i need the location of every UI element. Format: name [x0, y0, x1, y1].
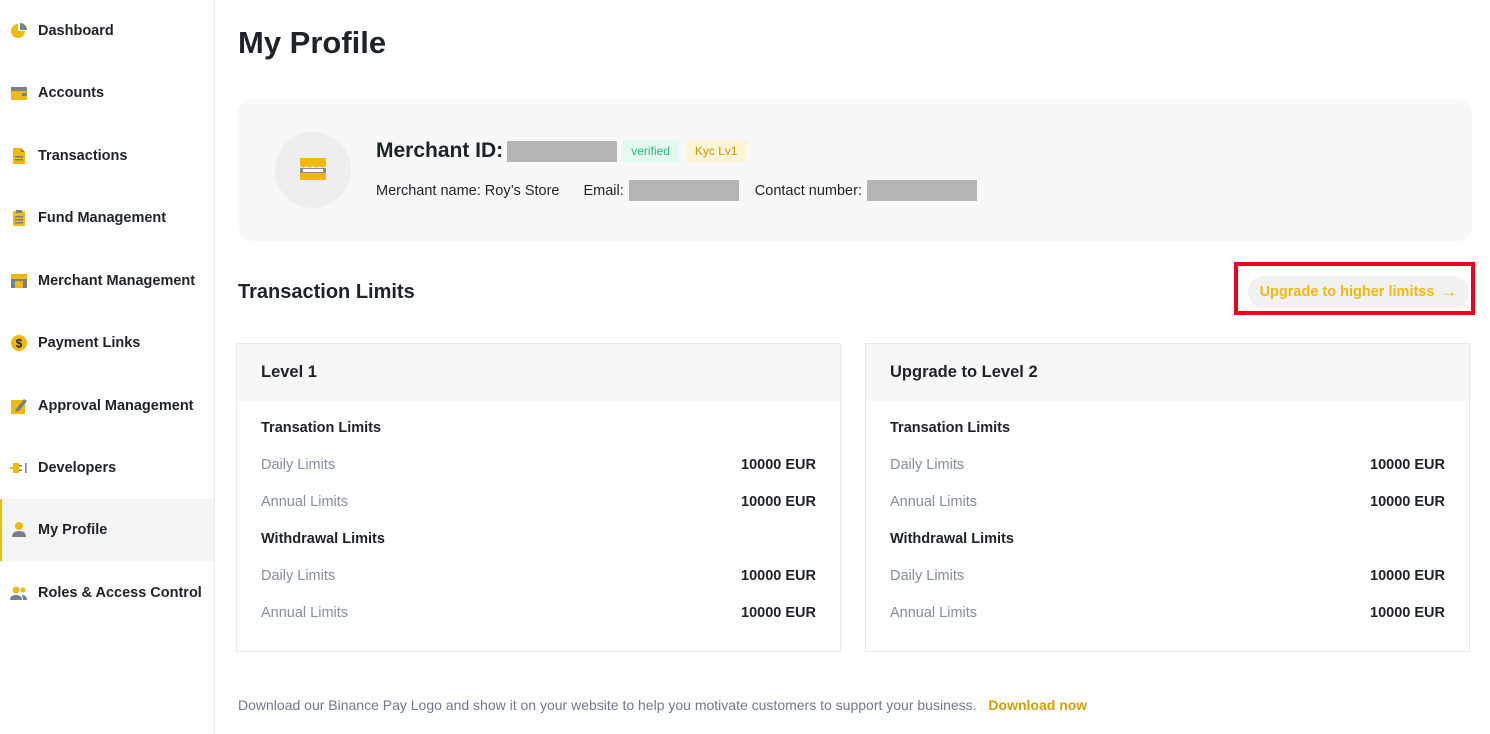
merchant-id-label: Merchant ID:: [376, 139, 504, 162]
sidebar-item-payment-links[interactable]: $ Payment Links: [0, 312, 214, 374]
upgrade-limits-button[interactable]: Upgrade to higher limitss →: [1248, 276, 1469, 308]
limit-label: Daily Limits: [261, 457, 336, 473]
withdrawal-limits-group-title: Withdrawal Limits: [261, 531, 385, 547]
limit-value: 10000 EUR: [741, 568, 816, 584]
store-icon: [295, 150, 331, 191]
sidebar-item-label: Fund Management: [38, 210, 167, 226]
profile-card: Merchant ID: verified Kyc Lv1 Merchant n…: [238, 99, 1472, 241]
verified-badge: verified: [622, 140, 679, 162]
sidebar-item-accounts[interactable]: Accounts: [0, 62, 214, 124]
merchant-id-value-redacted: [507, 140, 618, 162]
limit-row: Daily Limits 10000 EUR: [261, 567, 816, 586]
sidebar-item-label: Approval Management: [38, 398, 194, 414]
sidebar-item-developers[interactable]: Developers: [0, 437, 214, 499]
users-icon: [10, 584, 28, 602]
download-now-link[interactable]: Download now: [988, 697, 1087, 713]
edit-pencil-icon: [10, 397, 28, 415]
limit-value: 10000 EUR: [1370, 605, 1445, 621]
sidebar-item-roles-access-control[interactable]: Roles & Access Control: [0, 562, 214, 624]
sidebar: Dashboard Accounts Transactions Fund Man…: [0, 0, 215, 734]
clipboard-icon: [10, 209, 28, 227]
plug-icon: [10, 459, 28, 477]
sidebar-item-fund-management[interactable]: Fund Management: [0, 187, 214, 249]
limit-label: Annual Limits: [890, 494, 978, 510]
withdrawal-limits-group-title: Withdrawal Limits: [890, 531, 1014, 547]
sidebar-item-transactions[interactable]: Transactions: [0, 125, 214, 187]
limit-row: Annual Limits 10000 EUR: [261, 604, 816, 623]
merchant-id-row: Merchant ID: verified Kyc Lv1: [376, 139, 747, 163]
upgrade-limits-label: Upgrade to higher limitss: [1259, 284, 1435, 300]
transaction-limits-title: Transaction Limits: [238, 281, 415, 303]
limit-value: 10000 EUR: [1370, 457, 1445, 473]
limit-value: 10000 EUR: [1370, 568, 1445, 584]
user-icon: [10, 521, 28, 539]
limit-row: Annual Limits 10000 EUR: [890, 493, 1445, 512]
sidebar-item-label: Developers: [38, 460, 117, 476]
download-logo-text: Download our Binance Pay Logo and show i…: [238, 697, 977, 713]
sidebar-item-label: Roles & Access Control: [38, 585, 202, 601]
download-logo-note: Download our Binance Pay Logo and show i…: [238, 697, 1087, 713]
dollar-coin-icon: $: [10, 334, 28, 352]
limit-row: Annual Limits 10000 EUR: [261, 493, 816, 512]
limit-value: 10000 EUR: [741, 494, 816, 510]
document-icon: [10, 147, 28, 165]
limit-value: 10000 EUR: [1370, 494, 1445, 510]
contact-number-value-redacted: [866, 180, 977, 201]
limit-label: Annual Limits: [261, 494, 349, 510]
limit-value: 10000 EUR: [741, 457, 816, 473]
merchant-info-row: Merchant name: Roy’s Store Email: Contac…: [376, 180, 977, 201]
card-title: Upgrade to Level 2: [866, 344, 1469, 401]
limit-label: Daily Limits: [890, 457, 965, 473]
merchant-name: Merchant name: Roy’s Store: [376, 182, 560, 199]
email-label: Email:: [583, 182, 624, 199]
merchant-avatar: [275, 132, 351, 208]
sidebar-item-my-profile[interactable]: My Profile: [0, 499, 214, 561]
limit-row: Daily Limits 10000 EUR: [890, 567, 1445, 586]
svg-text:$: $: [16, 337, 23, 351]
sidebar-item-label: Payment Links: [38, 335, 141, 351]
level-2-limits-card: Upgrade to Level 2 Transation Limits Dai…: [865, 343, 1470, 652]
sidebar-item-label: Accounts: [38, 85, 105, 101]
limit-label: Annual Limits: [261, 605, 349, 621]
kyc-level-badge: Kyc Lv1: [685, 140, 747, 162]
transaction-limits-group-title: Transation Limits: [261, 420, 382, 436]
sidebar-item-label: Dashboard: [38, 23, 114, 39]
limit-row: Annual Limits 10000 EUR: [890, 604, 1445, 623]
card-title: Level 1: [237, 344, 840, 401]
sidebar-item-dashboard[interactable]: Dashboard: [0, 0, 214, 62]
sidebar-item-merchant-management[interactable]: Merchant Management: [0, 250, 214, 312]
wallet-icon: [10, 84, 28, 102]
limit-value: 10000 EUR: [741, 605, 816, 621]
contact-number-label: Contact number:: [754, 182, 862, 199]
limit-label: Daily Limits: [890, 568, 965, 584]
store-icon: [10, 272, 28, 290]
limit-label: Daily Limits: [261, 568, 336, 584]
page-title: My Profile: [238, 25, 387, 60]
sidebar-item-label: Transactions: [38, 148, 128, 164]
sidebar-item-label: Merchant Management: [38, 273, 196, 289]
transaction-limits-group-title: Transation Limits: [890, 420, 1011, 436]
arrow-right-icon: →: [1440, 282, 1458, 301]
dashboard-pie-icon: [10, 22, 28, 40]
level-1-limits-card: Level 1 Transation Limits Daily Limits 1…: [236, 343, 841, 652]
sidebar-item-approval-management[interactable]: Approval Management: [0, 375, 214, 437]
limit-label: Annual Limits: [890, 605, 978, 621]
limit-row: Daily Limits 10000 EUR: [261, 456, 816, 475]
sidebar-item-label: My Profile: [38, 522, 108, 538]
limit-row: Daily Limits 10000 EUR: [890, 456, 1445, 475]
email-value-redacted: [628, 180, 739, 201]
